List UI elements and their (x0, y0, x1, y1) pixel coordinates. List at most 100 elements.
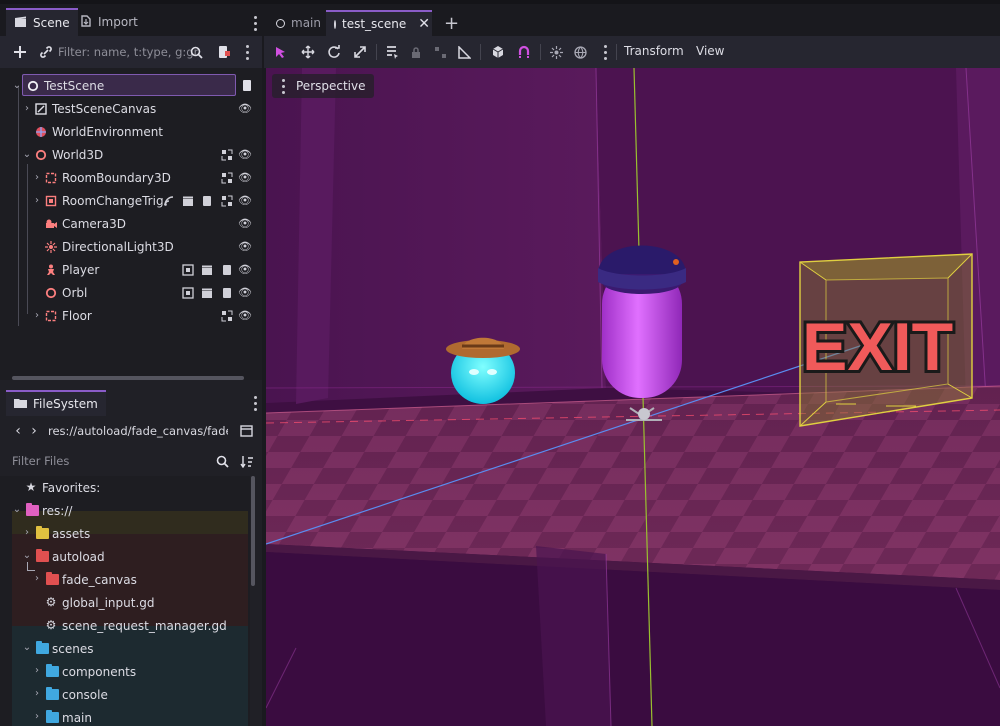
chevron-down-icon[interactable]: ⌄ (12, 504, 22, 515)
list-item-console[interactable]: › console (12, 684, 248, 707)
local-space-button[interactable] (488, 42, 508, 62)
list-item-res[interactable]: ⌄ res:// (12, 500, 248, 523)
filesystem-scrollbar[interactable] (251, 476, 255, 586)
list-item-autoload[interactable]: ⌄ autoload (12, 546, 248, 569)
script-icon[interactable] (220, 263, 234, 277)
chevron-right-icon[interactable]: › (32, 195, 42, 206)
visibility-icon[interactable]: 👁 (238, 217, 252, 231)
tree-node-testscene[interactable]: ⌄ TestScene (0, 74, 258, 97)
signal-icon[interactable] (162, 194, 176, 208)
tree-node-orbl[interactable]: Orbl 👁 (0, 281, 258, 304)
environment-preview-button[interactable] (570, 42, 590, 62)
tab-main[interactable]: main (268, 10, 329, 36)
list-select-button[interactable] (382, 42, 402, 62)
scale-mode-button[interactable] (350, 42, 370, 62)
filter-files-input[interactable] (12, 451, 202, 471)
menu-view[interactable]: View (696, 44, 724, 58)
add-node-button[interactable] (10, 42, 30, 62)
tree-node-camera3d[interactable]: Camera3D 👁 (0, 212, 258, 235)
script-attach-button[interactable] (214, 42, 234, 62)
viewport-options-icon[interactable] (598, 43, 612, 61)
clapper-icon[interactable] (200, 263, 214, 277)
list-item-scenes[interactable]: ⌄ scenes (12, 638, 248, 661)
instance-icon[interactable] (181, 263, 195, 277)
sun-preview-button[interactable] (546, 42, 566, 62)
instance-scene-button[interactable] (36, 42, 56, 62)
rotate-mode-button[interactable] (324, 42, 344, 62)
clapper-icon[interactable] (181, 194, 195, 208)
list-item-global-input[interactable]: ⚙ global_input.gd (12, 592, 248, 615)
list-item-assets[interactable]: › assets (12, 523, 248, 546)
visibility-icon[interactable]: 👁 (238, 286, 252, 300)
group-icon[interactable] (220, 194, 234, 208)
chevron-right-icon[interactable]: › (32, 310, 42, 321)
tree-node-roomboundary3d[interactable]: › RoomBoundary3D 👁 (0, 166, 258, 189)
script-icon[interactable] (200, 194, 214, 208)
tree-node-roomchangetrig[interactable]: › RoomChangeTrig 👁 (0, 189, 258, 212)
sort-icon[interactable] (236, 451, 256, 471)
group-icon[interactable] (220, 309, 234, 323)
tab-import[interactable]: Import (72, 8, 146, 36)
visibility-icon[interactable]: 👁 (238, 194, 252, 208)
move-mode-button[interactable] (298, 42, 318, 62)
group-icon[interactable] (220, 171, 234, 185)
search-icon[interactable] (212, 451, 232, 471)
tree-node-testscenecanvas[interactable]: › TestSceneCanvas 👁 (0, 97, 258, 120)
tree-node-floor[interactable]: › Floor 👁 (0, 304, 258, 327)
list-item-main[interactable]: › main (12, 707, 248, 726)
group-icon[interactable] (220, 148, 234, 162)
tree-node-worldenvironment[interactable]: WorldEnvironment (0, 120, 258, 143)
tab-scene[interactable]: Scene (6, 8, 78, 36)
chevron-right-icon[interactable]: › (32, 711, 42, 722)
chevron-right-icon[interactable]: › (32, 573, 42, 584)
tab-test-scene[interactable]: test_scene ✕ (326, 10, 432, 36)
lock-icon[interactable] (406, 42, 426, 62)
filesystem-menu-icon[interactable] (248, 394, 262, 412)
new-tab-button[interactable]: + (436, 10, 467, 36)
chevron-down-icon[interactable]: ⌄ (22, 149, 32, 160)
chevron-down-icon[interactable]: ⌄ (12, 80, 22, 91)
select-mode-button[interactable] (270, 42, 290, 62)
path-field[interactable]: res://autoload/fade_canvas/fade_c (48, 424, 228, 438)
ruler-icon[interactable] (454, 42, 474, 62)
menu-transform[interactable]: Transform (624, 44, 684, 58)
visibility-icon[interactable]: 👁 (238, 263, 252, 277)
chevron-right-icon[interactable]: › (22, 103, 32, 114)
scene-tree-scrollbar[interactable] (12, 376, 244, 380)
script-icon[interactable] (240, 79, 254, 93)
tree-node-directionallight3d[interactable]: DirectionalLight3D 👁 (0, 235, 258, 258)
script-icon[interactable] (220, 286, 234, 300)
area3d-icon (44, 194, 58, 208)
list-item-scene-request-manager[interactable]: ⚙ scene_request_manager.gd (12, 615, 248, 638)
perspective-menu-button[interactable]: Perspective (272, 74, 374, 98)
chevron-down-icon[interactable]: ⌄ (22, 642, 32, 653)
close-icon[interactable]: ✕ (418, 16, 430, 32)
scene-tree-menu-icon[interactable] (240, 43, 254, 61)
list-item-fade-canvas[interactable]: › fade_canvas (12, 569, 248, 592)
visibility-icon[interactable]: 👁 (238, 102, 252, 116)
chevron-right-icon[interactable]: › (32, 172, 42, 183)
visibility-icon[interactable]: 👁 (238, 148, 252, 162)
scene-dock-menu-icon[interactable] (248, 14, 262, 32)
tab-filesystem[interactable]: FileSystem (6, 390, 106, 416)
tree-node-world3d[interactable]: ⌄ World3D 👁 (0, 143, 258, 166)
chevron-down-icon[interactable]: ⌄ (22, 550, 32, 561)
layout-toggle-icon[interactable] (236, 421, 256, 441)
chevron-right-icon[interactable]: › (22, 527, 32, 538)
forward-icon[interactable]: › (24, 421, 44, 441)
3d-viewport[interactable]: EXIT Perspective (266, 68, 1000, 726)
list-item-components[interactable]: › components (12, 661, 248, 684)
search-icon[interactable] (186, 42, 206, 62)
visibility-icon[interactable]: 👁 (238, 240, 252, 254)
chevron-right-icon[interactable]: › (32, 688, 42, 699)
group-icon[interactable] (430, 42, 450, 62)
node3d-circle-icon (276, 18, 285, 28)
tree-node-player[interactable]: Player 👁 (0, 258, 258, 281)
clapper-icon[interactable] (200, 286, 214, 300)
visibility-icon[interactable]: 👁 (238, 171, 252, 185)
instance-icon[interactable] (181, 286, 195, 300)
chevron-right-icon[interactable]: › (32, 665, 42, 676)
node3d-circle-icon (44, 286, 58, 300)
snap-button[interactable] (514, 42, 534, 62)
visibility-icon[interactable]: 👁 (238, 309, 252, 323)
